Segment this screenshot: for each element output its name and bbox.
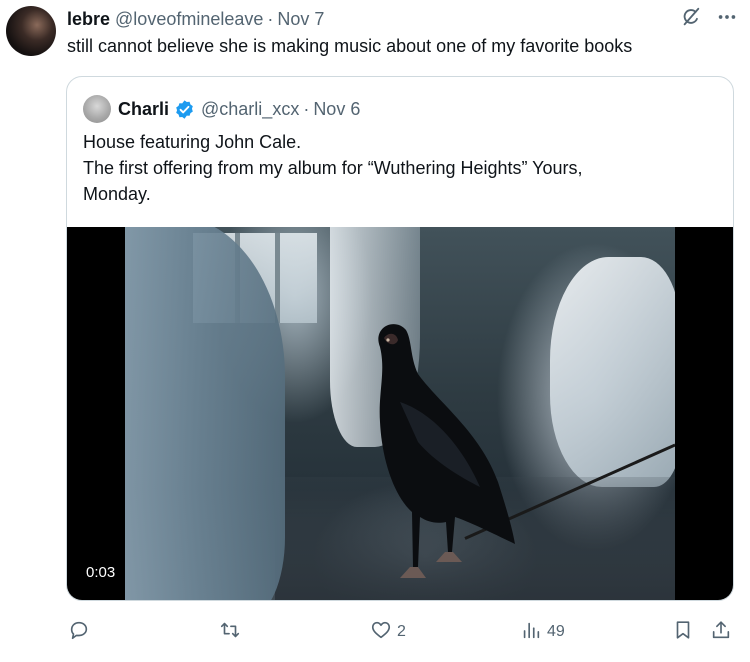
share-icon [710,619,732,646]
quoted-author-avatar[interactable] [83,95,111,123]
quoted-text-line: House featuring John Cale. [83,132,302,152]
tweet-text: still cannot believe she is making music… [67,36,633,56]
quoted-text-line: The first offering from my album for “Wu… [83,158,583,178]
quoted-tweet-header: Charli @charli_xcx · Nov 6 [83,95,360,123]
vulture-figure [378,324,515,578]
reply-button[interactable] [68,618,95,646]
verified-badge-icon [174,99,195,120]
quoted-author-name[interactable]: Charli [118,99,169,120]
separator-dot: · [267,8,274,29]
action-bar: 2 49 [66,618,736,646]
more-icon[interactable] [716,6,738,33]
video-timestamp: 0:03 [79,561,123,584]
quoted-tweet-card[interactable]: Charli @charli_xcx · Nov 6 House featuri… [66,76,734,601]
like-count: 2 [397,623,406,640]
video-player[interactable]: 0:03 [67,227,733,600]
separator-dot: · [303,98,310,119]
like-button[interactable]: 2 [370,618,406,646]
quoted-tweet-date[interactable]: Nov 6 [313,99,360,120]
curtain [125,227,285,600]
repost-button[interactable] [218,618,247,646]
tweet-header: lebre @loveofmineleave · Nov 7 [67,7,738,31]
reply-icon [68,619,90,646]
quoted-text-line: Monday. [83,184,151,204]
heart-icon [370,619,392,646]
author-handle[interactable]: @loveofmineleave [115,9,263,30]
share-button[interactable] [710,618,732,646]
views-button[interactable]: 49 [520,618,565,646]
views-count: 49 [547,623,565,640]
repost-icon [218,619,242,646]
views-icon [520,619,542,646]
grok-icon[interactable] [680,6,702,33]
author-name[interactable]: lebre [67,9,110,30]
quoted-author-handle[interactable]: @charli_xcx [201,99,299,120]
quoted-tweet-text: House featuring John Cale. The first off… [83,129,583,207]
author-avatar[interactable] [6,6,56,56]
window-frame-bar [275,233,280,323]
tweet-date[interactable]: Nov 7 [277,9,324,30]
bookmark-icon [672,619,694,646]
video-frame [125,227,675,600]
bookmark-button[interactable] [672,618,694,646]
